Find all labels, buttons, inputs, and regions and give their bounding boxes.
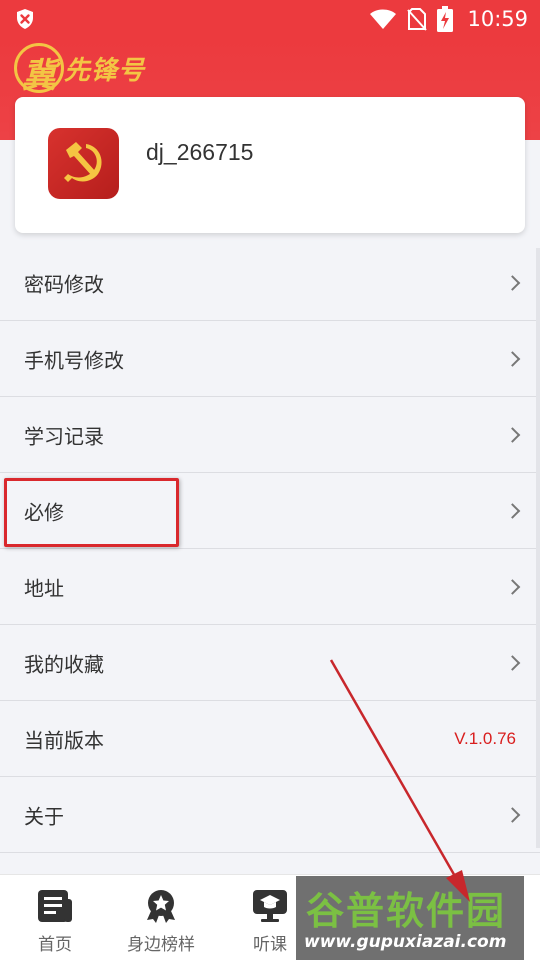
menu-item-change-phone[interactable]: 手机号修改 [0, 321, 540, 397]
chevron-right-icon [504, 275, 521, 291]
menu-item-label: 我的收藏 [24, 652, 104, 676]
logo-text: 先锋号 [64, 55, 146, 86]
menu-item-label: 密码修改 [24, 272, 104, 297]
menu-item-study-record[interactable]: 学习记录 [0, 397, 540, 473]
watermark-title: 谷普软件园 [306, 889, 507, 933]
shield-icon [17, 9, 33, 29]
chevron-right-icon [504, 502, 521, 519]
news-icon [38, 890, 72, 922]
no-sim-icon [407, 8, 428, 31]
menu-item-version: 当前版本 V.1.0.76 [0, 701, 540, 777]
chevron-right-icon [504, 654, 521, 671]
chevron-right-icon [504, 350, 521, 367]
watermark: 谷普软件园 www.gupuxiazai.com [296, 876, 524, 960]
menu-item-label: 关于 [24, 804, 64, 828]
settings-menu: 密码修改 手机号修改 学习记录 必修 地址 我的收藏 当前版本 V.1.0.76… [0, 246, 540, 853]
chevron-right-icon [504, 806, 521, 823]
tab-label: 首页 [38, 935, 72, 955]
tab-home[interactable]: 首页 [0, 875, 110, 960]
lecture-icon [253, 890, 287, 922]
badge-icon [147, 890, 175, 923]
profile-card[interactable]: dj_266715 [15, 97, 525, 233]
logo-first-char: 冀 [22, 56, 56, 96]
hammer-sickle-icon [64, 142, 102, 182]
highlight-box [4, 478, 179, 547]
menu-item-label: 手机号修改 [24, 348, 124, 372]
wifi-icon [370, 9, 397, 29]
menu-item-label: 学习记录 [24, 424, 104, 448]
username: dj_266715 [146, 139, 254, 165]
app-logo: 冀 先锋号 [14, 42, 146, 96]
logo-seal: 冀 [14, 43, 64, 96]
menu-item-address[interactable]: 地址 [0, 549, 540, 625]
watermark-url: www.gupuxiazai.com [304, 932, 507, 952]
version-value: V.1.0.76 [454, 728, 516, 748]
tab-role-models[interactable]: 身边榜样 [106, 875, 216, 960]
menu-item-about[interactable]: 关于 [0, 777, 540, 853]
avatar [48, 128, 119, 199]
chevron-right-icon [504, 426, 521, 443]
menu-item-label: 地址 [24, 576, 64, 600]
status-time: 10:59 [467, 7, 528, 31]
scrollbar[interactable] [536, 248, 540, 848]
menu-item-favorites[interactable]: 我的收藏 [0, 625, 540, 701]
tab-label: 身边榜样 [127, 935, 195, 955]
chevron-right-icon [504, 578, 521, 595]
menu-item-label: 当前版本 [24, 728, 104, 752]
menu-item-change-password[interactable]: 密码修改 [0, 246, 540, 321]
status-bar: 10:59 [0, 0, 540, 38]
battery-charging-icon [437, 6, 454, 32]
